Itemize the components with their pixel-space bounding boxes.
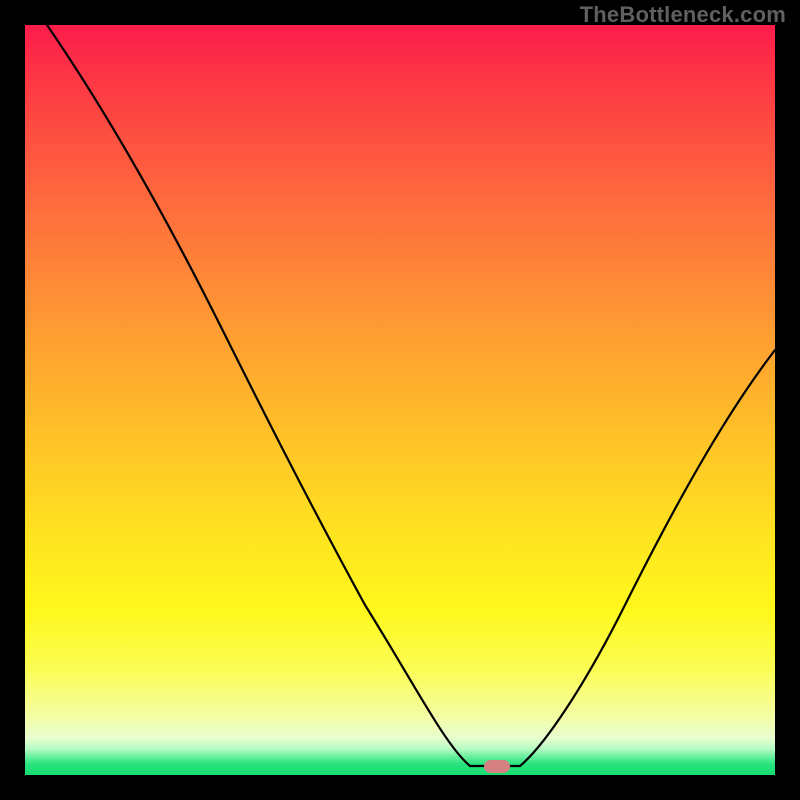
bottleneck-curve — [25, 25, 775, 775]
plot-area — [25, 25, 775, 775]
watermark-text: TheBottleneck.com — [580, 2, 786, 28]
optimal-marker — [484, 760, 510, 773]
chart-frame: TheBottleneck.com — [0, 0, 800, 800]
